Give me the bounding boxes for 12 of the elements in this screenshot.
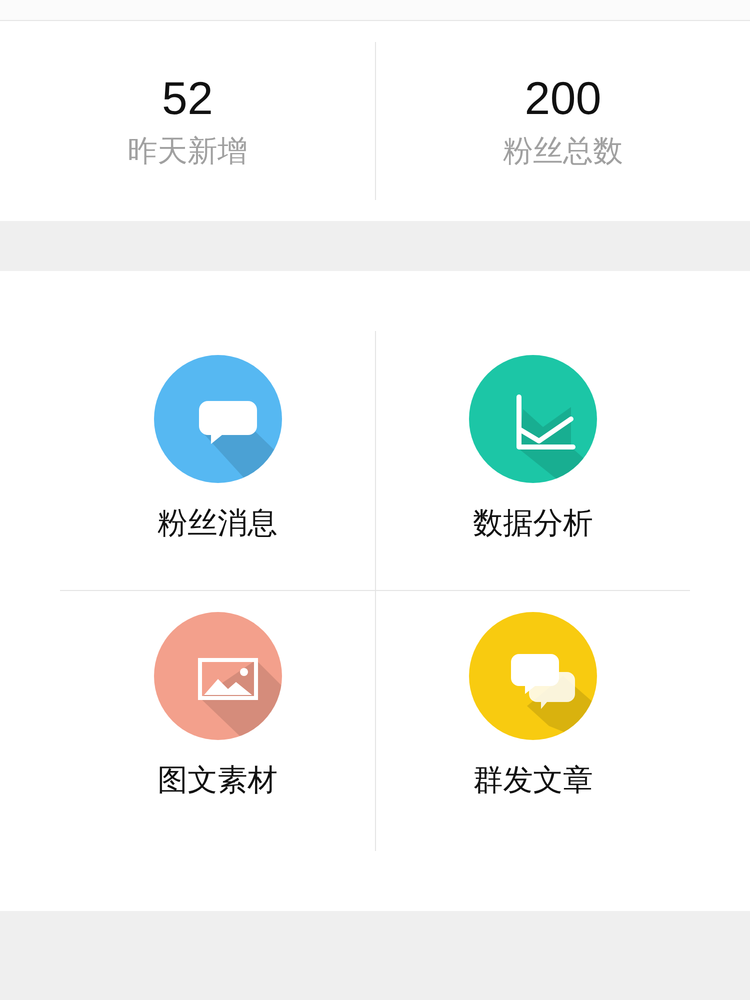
stat-value: 52 <box>162 70 214 124</box>
stat-value: 200 <box>524 70 602 124</box>
feature-label[interactable]: 数据分析 <box>473 503 593 544</box>
feature-label[interactable]: 群发文章 <box>473 760 593 801</box>
image-icon[interactable] <box>154 612 282 740</box>
line-chart-icon[interactable] <box>469 355 597 483</box>
feature-label[interactable]: 图文素材 <box>158 760 278 801</box>
feature-label[interactable]: 粉丝消息 <box>158 503 278 544</box>
stat-label: 粉丝总数 <box>503 132 623 170</box>
chat-bubbles-icon[interactable] <box>469 612 597 740</box>
speech-bubble-icon[interactable] <box>154 355 282 483</box>
stat-label: 昨天新增 <box>128 132 248 170</box>
